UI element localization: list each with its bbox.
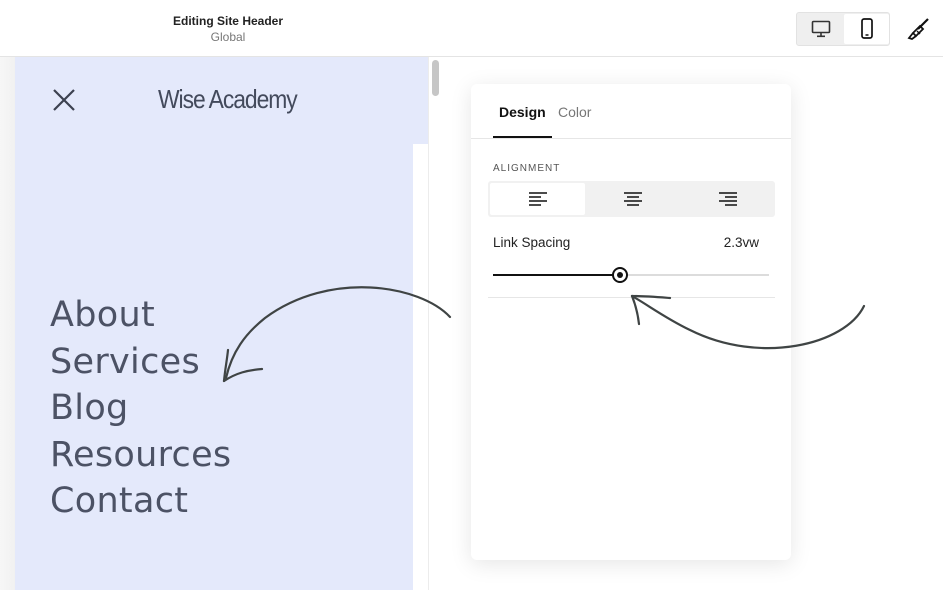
tab-color[interactable]: Color (558, 104, 591, 121)
panel-divider (488, 297, 775, 298)
tab-design[interactable]: Design (499, 104, 546, 121)
preview-scrollbar[interactable] (428, 57, 442, 590)
align-center-icon (623, 192, 642, 206)
desktop-icon (811, 20, 830, 38)
nav-link-resources[interactable]: Resources (50, 432, 231, 479)
header-design-panel: Design Color ALIGNMENT Link Spacing 2.3v… (471, 84, 791, 560)
align-center-button[interactable] (585, 183, 680, 215)
preview-page-edge (413, 144, 428, 590)
site-styles-button[interactable] (906, 17, 932, 41)
mobile-view-button[interactable] (844, 14, 889, 44)
close-icon (53, 89, 75, 111)
editor-topbar: Editing Site Header Global (0, 0, 943, 57)
paintbrush-icon (907, 18, 929, 41)
link-spacing-value: 2.3vw (723, 235, 759, 250)
nav-link-blog[interactable]: Blog (50, 385, 231, 432)
align-left-icon (528, 192, 547, 206)
menu-close-button[interactable] (52, 88, 76, 112)
active-tab-indicator (493, 136, 552, 138)
align-right-button[interactable] (680, 183, 775, 215)
mobile-nav-links: About Services Blog Resources Contact (50, 292, 231, 525)
editing-title-text: Editing Site Header (172, 14, 284, 28)
nav-link-about[interactable]: About (50, 292, 231, 339)
nav-link-contact[interactable]: Contact (50, 478, 231, 525)
nav-link-services[interactable]: Services (50, 339, 231, 386)
preview-gutter (0, 57, 15, 590)
align-right-icon (718, 192, 737, 206)
editing-subtitle-text: Global (210, 30, 246, 44)
link-spacing-label: Link Spacing (493, 235, 571, 250)
preview-scrollbar-thumb[interactable] (432, 60, 439, 96)
link-spacing-slider-thumb[interactable] (612, 267, 628, 283)
editing-title: Editing Site Header Global (150, 13, 306, 45)
alignment-label: ALIGNMENT (493, 163, 561, 174)
site-logo[interactable]: Wise Academy (158, 84, 298, 115)
link-spacing-slider-fill (493, 274, 620, 276)
mobile-icon (860, 18, 873, 39)
desktop-view-button[interactable] (798, 14, 843, 44)
panel-tabs: Design Color (471, 84, 791, 139)
alignment-control (488, 181, 775, 217)
device-toggle (796, 12, 890, 46)
link-spacing-slider[interactable] (493, 267, 769, 283)
align-left-button[interactable] (490, 183, 585, 215)
